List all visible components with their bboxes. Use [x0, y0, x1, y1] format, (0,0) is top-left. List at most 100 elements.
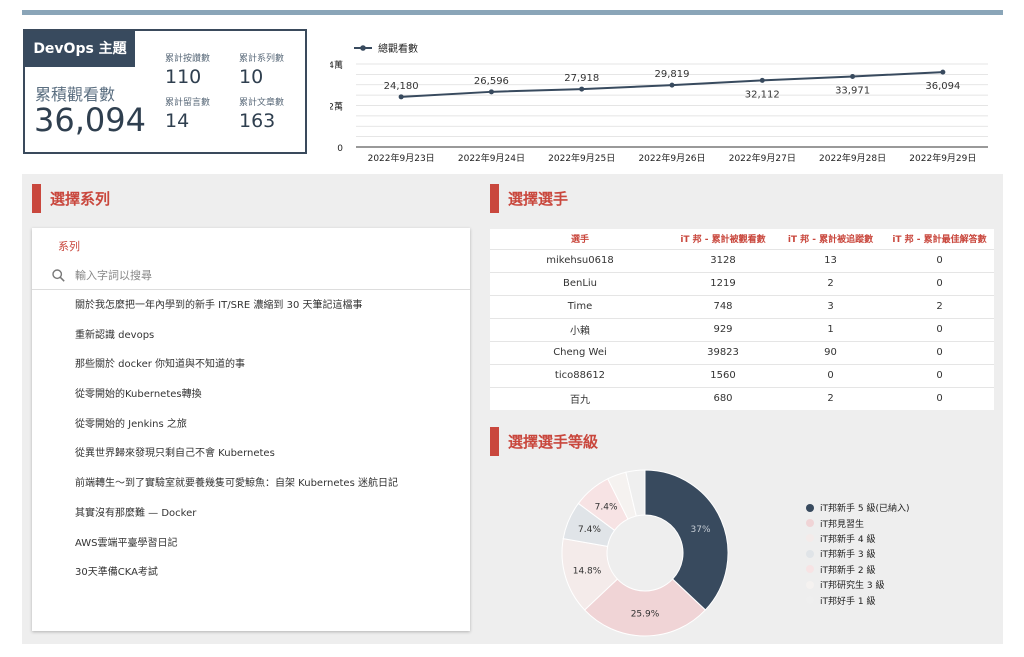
x-tick-label: 2022年9月23日	[368, 152, 435, 164]
y-tick-label: 2萬	[330, 101, 343, 113]
table-row[interactable]: mikehsu0618 3128 13 0	[490, 248, 994, 272]
slice-label: 14.8%	[573, 566, 602, 576]
table-row[interactable]: tico88612 1560 0 0	[490, 363, 994, 387]
legend-label: 總觀看數	[378, 42, 418, 55]
table-cell: 1219	[670, 271, 776, 295]
topic-tag: DevOps 主題	[25, 31, 135, 67]
series-list-item[interactable]: 那些關於 docker 你知道與不知道的事	[75, 350, 465, 380]
level-section-title: 選擇選手等級	[490, 427, 598, 456]
table-cell: 0	[885, 340, 994, 364]
data-label: 24,180	[384, 81, 419, 92]
series-list-item[interactable]: 其實沒有那麼難 — Docker	[75, 499, 465, 529]
table-cell: Cheng Wei	[490, 340, 670, 364]
table-row[interactable]: 百九 680 2 0	[490, 386, 994, 410]
table-cell: 2	[885, 294, 994, 318]
table-cell: 3128	[670, 248, 776, 272]
players-table-box: 選手 iT 邦 - 累計被觀看數 iT 邦 - 累計被追蹤數 iT 邦 - 累計…	[490, 229, 994, 410]
series-header: 系列	[58, 240, 80, 253]
level-legend: iT邦新手 5 級(已納入) iT邦見習生 iT邦新手 4 級 iT邦新手 3 級 iT…	[806, 500, 909, 608]
column-header[interactable]: iT 邦 - 累計被追蹤數	[776, 229, 885, 249]
table-cell: 0	[885, 363, 994, 387]
comments-stat: 累計留言數 14	[165, 95, 210, 132]
series-list-item[interactable]: 重新認識 devops	[75, 321, 465, 351]
x-tick-label: 2022年9月25日	[548, 152, 615, 164]
top-accent-bar	[22, 10, 1003, 15]
x-tick-label: 2022年9月24日	[458, 152, 525, 164]
legend-swatch	[806, 580, 814, 589]
level-title-accent	[490, 427, 499, 456]
level-title-text: 選擇選手等級	[508, 433, 599, 451]
series-list-item[interactable]: 前端轉生～到了實驗室就要養幾隻可愛鯨魚：自架 Kubernetes 迷航日記	[75, 469, 465, 499]
column-header[interactable]: 選手	[490, 229, 670, 249]
data-point	[850, 74, 856, 80]
table-cell: 2	[776, 386, 885, 410]
legend-label: iT邦研究生 3 級	[820, 581, 885, 592]
legend-label: iT邦新手 4 級	[820, 534, 876, 545]
legend-item[interactable]: iT邦好手 1 級	[806, 592, 909, 607]
legend-item[interactable]: iT邦新手 2 級	[806, 562, 909, 577]
legend-swatch	[806, 549, 814, 558]
table-cell: 0	[885, 386, 994, 410]
players-section-title: 選擇選手	[490, 184, 568, 213]
table-cell: 748	[670, 294, 776, 318]
legend-item[interactable]: iT邦見習生	[806, 515, 909, 530]
slice-label: 7.4%	[595, 503, 618, 513]
table-cell: 0	[885, 317, 994, 341]
x-tick-label: 2022年9月28日	[819, 152, 886, 164]
legend-swatch	[806, 596, 814, 605]
table-row[interactable]: BenLiu 1219 2 0	[490, 271, 994, 295]
data-point	[940, 69, 946, 75]
table-cell: 0	[885, 271, 994, 295]
views-line-chart: 總觀看數 0 2萬 4萬 2022年9月23日 2022年9月24日 2022年9月25日 2…	[330, 36, 1000, 168]
series-list-item[interactable]: 從零開始的Kubernetes轉換	[75, 380, 465, 410]
legend-dot-marker	[360, 45, 366, 51]
table-cell: 39823	[670, 340, 776, 364]
players-title-text: 選擇選手	[508, 190, 569, 208]
series-list-item[interactable]: 30天準備CKA考試	[75, 558, 465, 588]
total-views-value: 36,094	[34, 101, 146, 139]
table-cell: 0	[776, 363, 885, 387]
data-label: 32,112	[745, 89, 780, 100]
legend-item[interactable]: iT邦新手 3 級	[806, 546, 909, 561]
series-list-item[interactable]: 從異世界歸來發現只剩自己不會 Kubernetes	[75, 439, 465, 469]
y-tick-label: 4萬	[330, 59, 343, 71]
series-filter-box: 系列 關於我怎麼把一年內學到的新手 IT/SRE 濃縮到 30 天筆記這檔事重新…	[32, 228, 470, 631]
table-row[interactable]: Cheng Wei 39823 90 0	[490, 340, 994, 364]
legend-item[interactable]: iT邦研究生 3 級	[806, 577, 909, 592]
slice-label: 7.4%	[578, 525, 601, 535]
players-table: 選手 iT 邦 - 累計被觀看數 iT 邦 - 累計被追蹤數 iT 邦 - 累計…	[490, 229, 994, 410]
series-count-label: 累計系列數	[239, 54, 285, 64]
legend-swatch	[806, 534, 814, 543]
legend-swatch	[806, 565, 814, 574]
legend-label: iT邦見習生	[820, 519, 864, 530]
series-list-item[interactable]: 關於我怎麼把一年內學到的新手 IT/SRE 濃縮到 30 天筆記這檔事	[75, 291, 465, 321]
table-cell: 680	[670, 386, 776, 410]
x-tick-label: 2022年9月27日	[729, 152, 796, 164]
articles-value: 163	[239, 110, 276, 132]
series-search-input[interactable]	[75, 268, 435, 282]
legend-item[interactable]: iT邦新手 4 級	[806, 531, 909, 546]
level-donut-chart-svg: 37% 25.9% 14.8% 7.4% 7.4%	[561, 469, 729, 637]
column-header[interactable]: iT 邦 - 累計最佳解答數	[885, 229, 994, 249]
x-tick-label: 2022年9月29日	[909, 152, 976, 164]
table-row[interactable]: Time 748 3 2	[490, 294, 994, 318]
data-point	[669, 82, 675, 88]
series-list-item[interactable]: AWS雲端平臺學習日記	[75, 529, 465, 559]
data-label: 33,971	[835, 86, 870, 97]
series-count-stat: 累計系列數 10	[239, 51, 284, 88]
likes-label: 累計按讚數	[165, 54, 211, 64]
x-tick-label: 2022年9月26日	[638, 152, 705, 164]
series-search-bar	[32, 261, 470, 290]
series-list: 關於我怎麼把一年內學到的新手 IT/SRE 濃縮到 30 天筆記這檔事 重新認識 …	[75, 291, 465, 588]
summary-card: DevOps 主題 累積觀看數 36,094 累計按讚數 110 累計系列數 1…	[23, 29, 307, 154]
series-title-text: 選擇系列	[50, 190, 111, 208]
table-cell: 0	[885, 248, 994, 272]
table-cell: 929	[670, 317, 776, 341]
legend-label: iT邦新手 2 級	[820, 565, 876, 576]
column-header[interactable]: iT 邦 - 累計被觀看數	[670, 229, 776, 249]
table-cell: 3	[776, 294, 885, 318]
legend-item[interactable]: iT邦新手 5 級(已納入)	[806, 500, 909, 515]
table-cell: 90	[776, 340, 885, 364]
table-row[interactable]: 小賴 929 1 0	[490, 317, 994, 341]
series-list-item[interactable]: 從零開始的 Jenkins 之旅	[75, 410, 465, 440]
